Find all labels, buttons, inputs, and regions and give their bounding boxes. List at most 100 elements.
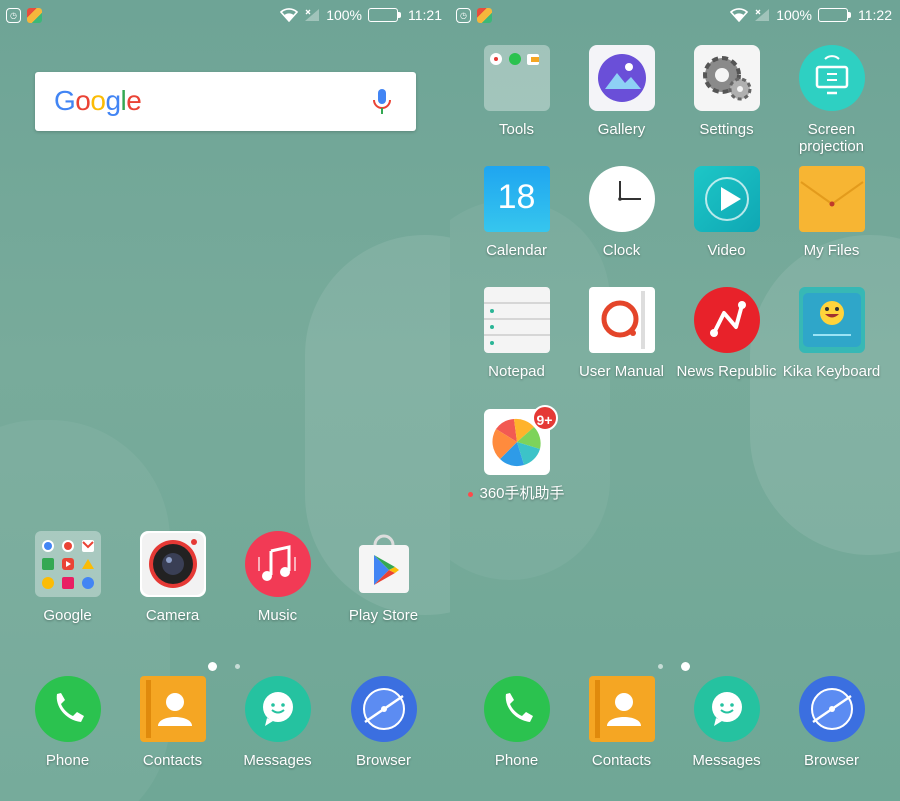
page-indicator [208, 662, 240, 671]
app-music[interactable]: Music [225, 531, 330, 624]
google-search-bar[interactable]: Google [35, 72, 416, 131]
browser-icon [350, 676, 417, 742]
app-label: Messages [692, 752, 761, 769]
app-tools-folder[interactable]: Tools [464, 45, 569, 138]
page-dot[interactable] [658, 664, 663, 669]
dock-messages[interactable]: Messages [674, 676, 779, 769]
app-label: News Republic [676, 363, 777, 380]
settings-gear-icon [693, 45, 760, 111]
app-calendar[interactable]: 18 Calendar [464, 166, 569, 259]
app-user-manual[interactable]: User Manual [569, 287, 674, 380]
kika-keyboard-icon [798, 287, 865, 353]
dock-contacts[interactable]: Contacts [120, 676, 225, 769]
page-dot[interactable] [235, 664, 240, 669]
app-label: Settings [699, 121, 754, 138]
tools-folder-icon [483, 45, 550, 111]
news-republic-icon [693, 287, 760, 353]
play-store-icon [351, 531, 417, 597]
dock-browser[interactable]: Browser [779, 676, 884, 769]
app-camera[interactable]: Camera [120, 531, 225, 624]
app-label: Calendar [486, 242, 547, 259]
status-bar: ◷ 100% 11:21 [0, 0, 450, 32]
alarm-icon: ◷ [6, 8, 21, 23]
page-indicator [658, 662, 690, 671]
dock-browser[interactable]: Browser [331, 676, 436, 769]
google-folder-icon [34, 531, 101, 597]
app-kika-keyboard[interactable]: Kika Keyboard [779, 287, 884, 380]
clock-icon [588, 166, 655, 232]
screen-projection-icon [798, 45, 865, 111]
app-label: Video [707, 242, 746, 259]
notepad-icon [483, 287, 550, 353]
battery-percent: 100% [326, 7, 362, 23]
app-label: Contacts [142, 752, 203, 769]
dock-phone[interactable]: Phone [464, 676, 569, 769]
app-label: Gallery [597, 121, 646, 138]
app-label: Messages [243, 752, 312, 769]
clock-time: 11:21 [408, 7, 442, 23]
app-play-store[interactable]: Play Store [331, 531, 436, 624]
app-label: Play Store [348, 607, 419, 624]
alarm-icon: ◷ [456, 8, 471, 23]
app-label: User Manual [578, 363, 665, 380]
app-news-republic[interactable]: News Republic [674, 287, 779, 380]
app-my-files[interactable]: My Files [779, 166, 884, 259]
app-label: Screen projection [798, 121, 865, 155]
home-screen-page-2: ◷ 100% 11:22 Tools Gallery Settings Scre… [450, 0, 900, 801]
page-dot-active[interactable] [208, 662, 217, 671]
calendar-icon: 18 [483, 166, 550, 232]
app-360-assistant[interactable]: 9+ 360手机助手 [464, 405, 569, 502]
browser-icon [798, 676, 865, 742]
app-screen-projection[interactable]: Screen projection [779, 45, 884, 155]
app-clock[interactable]: Clock [569, 166, 674, 259]
battery-percent: 100% [776, 7, 812, 23]
battery-icon [818, 8, 851, 22]
dock-phone[interactable]: Phone [15, 676, 120, 769]
signal-icon [755, 9, 770, 21]
app-label: Contacts [591, 752, 652, 769]
page-dot-active[interactable] [681, 662, 690, 671]
battery-icon [368, 8, 401, 22]
app-label: My Files [803, 242, 860, 259]
dual-screenshot: ◷ 100% 11:21 Google Google Camera Music … [0, 0, 900, 801]
app-label: Google [43, 607, 92, 624]
music-icon [244, 531, 311, 597]
contacts-icon [588, 676, 655, 742]
app-notepad[interactable]: Notepad [464, 287, 569, 380]
app-video[interactable]: Video [674, 166, 779, 259]
dock-contacts[interactable]: Contacts [569, 676, 674, 769]
app-gallery[interactable]: Gallery [569, 45, 674, 138]
app-label: Phone [494, 752, 539, 769]
status-bar: ◷ 100% 11:22 [450, 0, 900, 32]
signal-icon [305, 9, 320, 21]
app-notification-icon [477, 8, 492, 23]
wifi-icon [730, 8, 749, 22]
home-screen-page-1: ◷ 100% 11:21 Google Google Camera Music … [0, 0, 450, 801]
app-notification-icon [27, 8, 42, 23]
phone-icon [483, 676, 550, 742]
microphone-icon[interactable] [372, 88, 392, 116]
app-google-folder[interactable]: Google [15, 531, 120, 624]
app-label: Kika Keyboard [782, 363, 881, 380]
clock-time: 11:22 [858, 7, 892, 23]
wifi-icon [280, 8, 299, 22]
gallery-icon [588, 45, 655, 111]
app-settings[interactable]: Settings [674, 45, 779, 138]
app-label: Phone [45, 752, 90, 769]
camera-icon [139, 531, 206, 597]
phone-icon [34, 676, 101, 742]
app-label: Music [257, 607, 298, 624]
app-label: Clock [602, 242, 641, 259]
contacts-icon [139, 676, 206, 742]
notification-badge: 9+ [531, 405, 558, 431]
app-label: Notepad [488, 363, 545, 380]
dock-messages[interactable]: Messages [225, 676, 330, 769]
folder-icon [798, 166, 865, 232]
app-label: Browser [803, 752, 859, 769]
new-indicator-dot [468, 491, 474, 497]
google-logo: Google [54, 85, 142, 116]
app-label: Camera [145, 607, 200, 624]
video-play-icon [693, 166, 760, 232]
app-label: Browser [355, 752, 411, 769]
app-label-with-new-dot: 360手机助手 [464, 485, 569, 502]
